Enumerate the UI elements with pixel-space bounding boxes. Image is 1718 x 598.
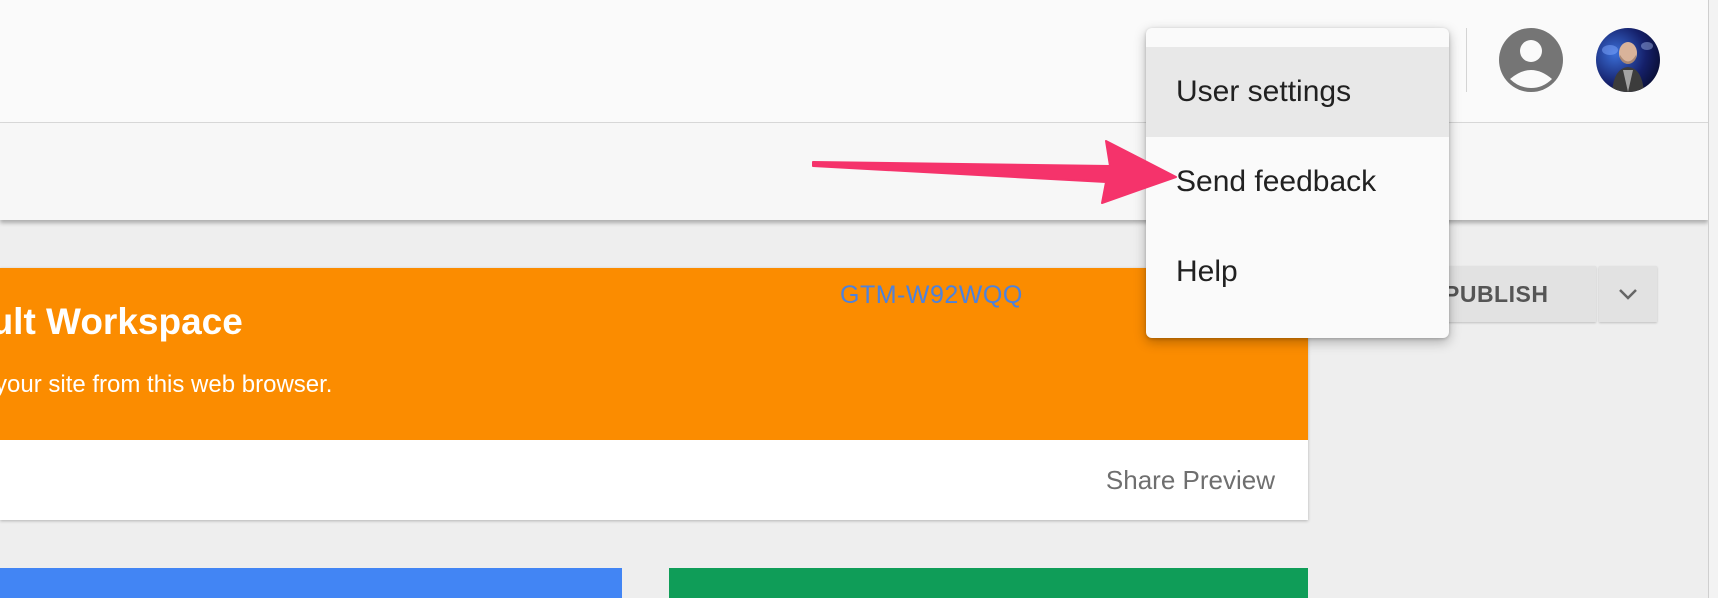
menu-item-label: Help: [1176, 255, 1238, 288]
green-tile: [669, 568, 1308, 598]
menu-item-label: Send feedback: [1176, 165, 1377, 198]
menu-item-send-feedback[interactable]: Send feedback: [1146, 137, 1449, 227]
header-divider: [1466, 28, 1467, 92]
scrollbar-track[interactable]: [1708, 0, 1718, 598]
workspace-card-header: ault Workspace your site from this web b…: [0, 268, 1308, 440]
publish-options-button[interactable]: [1599, 266, 1657, 322]
avatar-photo-icon: [1596, 28, 1660, 92]
account-button[interactable]: [1499, 28, 1563, 92]
user-avatar[interactable]: [1596, 28, 1660, 92]
annotation-arrow-icon: [812, 140, 1177, 204]
user-menu: User settings Send feedback Help: [1146, 28, 1449, 338]
chevron-down-icon: [1619, 289, 1637, 300]
blue-tile: [0, 568, 622, 598]
account-circle-icon: [1499, 28, 1563, 92]
container-id-link[interactable]: GTM-W92WQQ: [840, 281, 1023, 310]
menu-item-help[interactable]: Help: [1146, 227, 1449, 317]
share-preview-button[interactable]: Share Preview: [1106, 465, 1275, 496]
menu-item-label: User settings: [1176, 75, 1352, 108]
menu-item-user-settings[interactable]: User settings: [1146, 47, 1449, 137]
workspace-title: ault Workspace: [0, 301, 243, 342]
top-app-bar: [0, 0, 1708, 123]
workspace-card: ault Workspace your site from this web b…: [0, 268, 1308, 520]
workspace-subtitle: your site from this web browser.: [0, 371, 333, 398]
